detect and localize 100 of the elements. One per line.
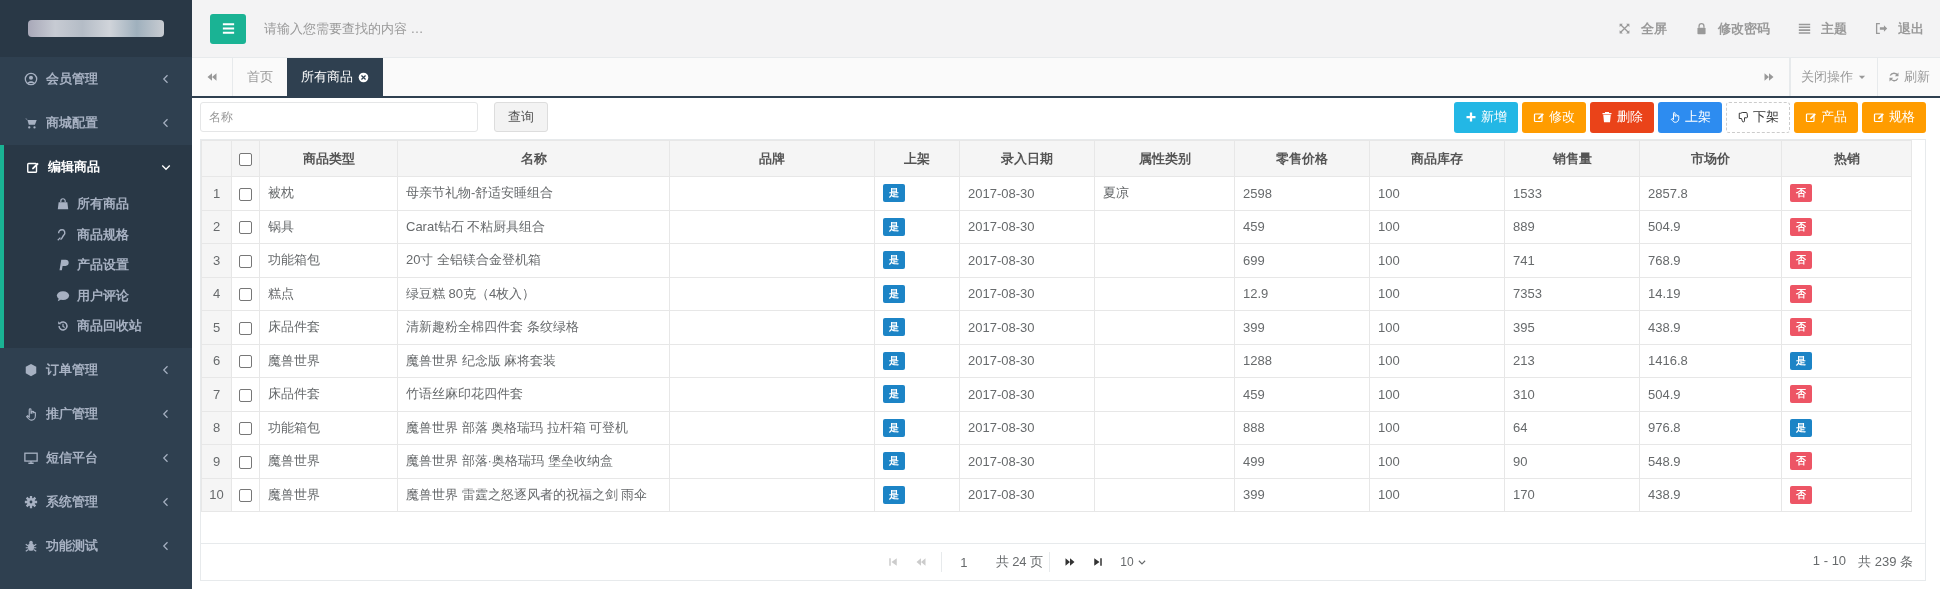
- sidebar-menu-item[interactable]: 商城配置: [0, 101, 192, 145]
- status-badge: 是: [883, 385, 905, 404]
- column-header: 名称: [397, 140, 670, 177]
- sidebar-submenu-item[interactable]: 所有商品: [4, 189, 192, 220]
- table-cell: 锅具: [259, 210, 398, 244]
- table-cell: 2017-08-30: [959, 210, 1095, 244]
- row-checkbox[interactable]: [239, 489, 252, 503]
- sidebar-menu-item[interactable]: 短信平台: [0, 435, 192, 480]
- hand-icon: [1669, 111, 1681, 123]
- row-checkbox[interactable]: [239, 422, 252, 436]
- page-tab[interactable]: 首页: [233, 58, 287, 96]
- table-cell: 魔兽世界 部落 奥格瑞玛 拉杆箱 可登机: [397, 411, 670, 445]
- previous-page-icon: [915, 556, 928, 568]
- toolbar-button[interactable]: 删除: [1590, 101, 1654, 133]
- next-page-icon: [1064, 556, 1077, 568]
- edit-icon: [26, 160, 40, 174]
- row-number: 9: [201, 444, 232, 478]
- toolbar-button[interactable]: 下架: [1726, 101, 1790, 133]
- refresh-button[interactable]: 刷新: [1877, 58, 1940, 96]
- current-page-field[interactable]: 1: [948, 554, 996, 570]
- table-cell: 2017-08-30: [959, 176, 1095, 210]
- sidebar-menu-item[interactable]: 订单管理: [0, 347, 192, 392]
- list-icon: [1798, 22, 1811, 35]
- row-checkbox[interactable]: [239, 455, 252, 469]
- table-cell: 2017-08-30: [959, 243, 1095, 277]
- row-checkbox[interactable]: [239, 288, 252, 302]
- row-checkbox[interactable]: [239, 355, 252, 369]
- select-all-checkbox[interactable]: [239, 153, 252, 167]
- status-badge: 是: [883, 351, 905, 370]
- table-cell: 2017-08-30: [959, 344, 1095, 378]
- plus-icon: [1465, 111, 1477, 123]
- status-badge: 否: [1790, 452, 1812, 471]
- table-cell: 100: [1369, 176, 1505, 210]
- header-action-link[interactable]: 修改密码: [1695, 19, 1770, 38]
- cube-icon: [24, 362, 38, 377]
- table-cell: 100: [1369, 243, 1505, 277]
- trash-icon: [1601, 111, 1613, 123]
- hand-icon: [24, 406, 38, 421]
- header-action-link[interactable]: 主题: [1798, 19, 1847, 38]
- sidebar-submenu-item[interactable]: 商品规格: [4, 219, 192, 250]
- table-cell: 床品件套: [259, 377, 398, 411]
- status-badge: 是: [1790, 418, 1812, 437]
- search-field[interactable]: 请输入您需要查找的内容 …: [264, 19, 1618, 38]
- close-operations-dropdown[interactable]: 关闭操作: [1790, 58, 1877, 96]
- status-badge: 否: [1790, 217, 1812, 236]
- table-cell: 100: [1369, 277, 1505, 311]
- row-checkbox[interactable]: [239, 187, 252, 201]
- page-size-dropdown[interactable]: 10: [1120, 555, 1147, 569]
- monitor-icon: [24, 450, 38, 465]
- double-right-arrow-icon: [1763, 71, 1775, 83]
- row-number: 3: [201, 243, 232, 277]
- row-checkbox[interactable]: [239, 254, 252, 268]
- table-cell: Carat钻石 不粘厨具组合: [397, 210, 670, 244]
- page-tab[interactable]: 所有商品: [287, 58, 383, 96]
- sidebar-menu-item[interactable]: 编辑商品: [4, 145, 192, 189]
- query-button[interactable]: 查询: [494, 102, 548, 132]
- toolbar-button[interactable]: 上架: [1658, 101, 1722, 133]
- row-checkbox[interactable]: [239, 221, 252, 235]
- sidebar-menu-item[interactable]: 会员管理: [0, 57, 192, 101]
- table-cell: 2017-08-30: [959, 411, 1095, 445]
- sidebar-menu-item[interactable]: 推广管理: [0, 391, 192, 436]
- table-cell: 889: [1504, 210, 1640, 244]
- table-cell: 夏凉: [1094, 176, 1235, 210]
- table-cell: 7353: [1504, 277, 1640, 311]
- column-header: 零售价格: [1234, 140, 1370, 177]
- bug-icon: [24, 538, 38, 553]
- table-cell: 2017-08-30: [959, 277, 1095, 311]
- table-cell: 魔兽世界: [259, 344, 398, 378]
- table-cell: 438.9: [1639, 310, 1782, 344]
- status-badge: 否: [1790, 385, 1812, 404]
- header-action-link[interactable]: 退出: [1875, 19, 1924, 38]
- logout-icon: [1875, 22, 1888, 35]
- gear-icon: [24, 494, 38, 509]
- status-badge: 是: [883, 318, 905, 337]
- table-cell: 504.9: [1639, 210, 1782, 244]
- status-badge: 是: [883, 184, 905, 203]
- sidebar-submenu-item[interactable]: 商品回收站: [4, 311, 192, 342]
- status-badge: 否: [1790, 251, 1812, 270]
- sidebar-submenu-item[interactable]: 产品设置: [4, 250, 192, 281]
- double-left-arrow-icon: [206, 71, 218, 83]
- sidebar-submenu-item[interactable]: 用户评论: [4, 280, 192, 311]
- sidebar-menu-item[interactable]: 系统管理: [0, 479, 192, 524]
- sidebar-menu-item[interactable]: 功能测试: [0, 523, 192, 568]
- table-cell: 20寸 全铝镁合金登机箱: [397, 243, 670, 277]
- column-header: 销售量: [1504, 140, 1640, 177]
- table-cell: 2598: [1234, 176, 1370, 210]
- table-cell: 213: [1504, 344, 1640, 378]
- menu-toggle-button[interactable]: [210, 13, 246, 44]
- row-number: 7: [201, 377, 232, 411]
- table-cell: 魔兽世界: [259, 478, 398, 512]
- row-number: 5: [201, 310, 232, 344]
- header-action-link[interactable]: 全屏: [1618, 19, 1667, 38]
- table-cell: 100: [1369, 310, 1505, 344]
- row-checkbox[interactable]: [239, 388, 252, 402]
- table-cell: 绿豆糕 80克（4枚入）: [397, 277, 670, 311]
- column-header: 商品库存: [1369, 140, 1505, 177]
- column-header: 热销: [1781, 140, 1912, 177]
- row-checkbox[interactable]: [239, 321, 252, 335]
- name-search-field[interactable]: 名称: [200, 102, 478, 132]
- table-cell: 魔兽世界 部落·奥格瑞玛 堡垒收纳盒: [397, 444, 670, 478]
